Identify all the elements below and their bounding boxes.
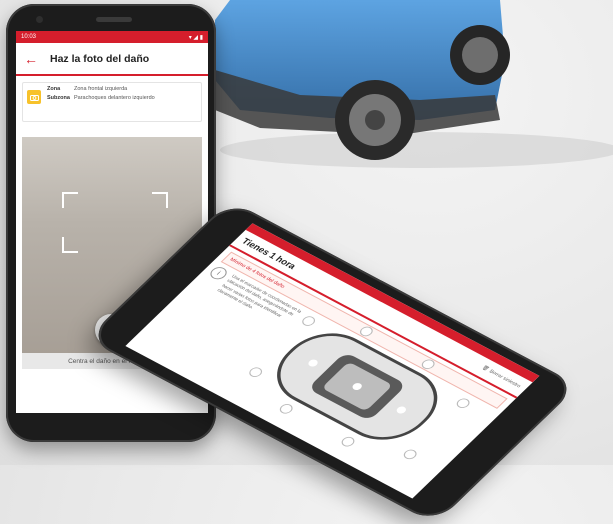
status-icons: ▾ ◢ ▮ <box>188 34 203 41</box>
info-icon: i <box>207 264 231 282</box>
status-bar: 10:03 ▾ ◢ ▮ <box>16 31 208 43</box>
zone-details: Zona Zona frontal izquierda Subzona Para… <box>47 86 169 103</box>
damage-point[interactable] <box>358 325 374 337</box>
damage-point[interactable] <box>402 448 418 460</box>
front-camera-icon <box>36 16 43 23</box>
info-text: Usa el marcador de coordenadas en la ubi… <box>216 273 303 318</box>
zone-card: Zona Zona frontal izquierda Subzona Para… <box>22 82 202 122</box>
damage-point[interactable] <box>455 397 471 409</box>
damage-point[interactable] <box>278 403 294 415</box>
damage-point[interactable] <box>340 436 356 448</box>
speaker-grille <box>96 17 132 22</box>
frame-corner-bottom-left <box>62 237 78 253</box>
page-title: Haz la foto del daño <box>50 52 150 65</box>
back-arrow-icon[interactable]: ← <box>24 52 38 66</box>
zone-label: Zona <box>47 86 61 92</box>
damage-point[interactable] <box>300 315 316 327</box>
frame-corner-top-left <box>62 192 78 208</box>
damage-point[interactable] <box>247 366 263 378</box>
zone-value: Zona frontal izquierda <box>74 86 128 92</box>
app-bar: ← Haz la foto del daño <box>16 43 208 76</box>
subzone-value: Parachoques delantero izquierdo <box>74 95 155 102</box>
phone-tilted-screen: Tienes 1 hora 🗑 Borrar siniestro Mínimo … <box>125 223 540 499</box>
camera-icon <box>27 90 41 104</box>
frame-corner-top-right <box>152 192 168 208</box>
status-time: 10:03 <box>21 34 37 40</box>
subzone-label: Subzona <box>47 95 70 102</box>
damage-point[interactable] <box>420 358 436 370</box>
